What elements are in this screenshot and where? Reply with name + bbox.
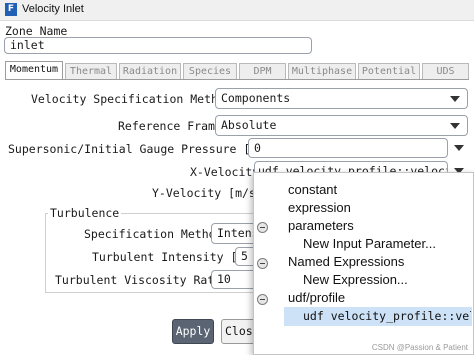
gauge-pressure-label: Supersonic/Initial Gauge Pressure [Pa] [8,142,272,156]
option-new-input-parameter[interactable]: New Input Parameter... [303,236,436,251]
velocity-spec-value: Components [221,91,291,105]
turbulent-viscosity-ratio-label: Turbulent Viscosity Ratio [55,273,229,287]
option-new-expression[interactable]: New Expression... [303,272,408,287]
option-udf-velocity-profile[interactable]: udf velocity_profile::velo [303,309,471,323]
option-expression[interactable]: expression [288,200,351,215]
velocity-spec-label: Velocity Specification Method [31,92,232,106]
tab-radiation[interactable]: Radiation [119,63,181,79]
x-velocity-options-popup: constant expression parameters New Input… [253,172,474,355]
option-named-expressions[interactable]: Named Expressions [288,254,404,269]
option-udf-profile[interactable]: udf/profile [288,290,345,305]
velocity-spec-select[interactable]: Components [215,88,468,109]
y-velocity-label: Y-Velocity [m/s] [152,186,263,200]
collapse-icon[interactable] [257,258,268,269]
tab-multiphase[interactable]: Multiphase [288,63,356,79]
zone-name-input[interactable]: inlet [4,37,312,54]
window-titlebar: F Velocity Inlet [0,0,474,21]
collapse-icon[interactable] [257,294,268,305]
turbulence-spec-method-label: Specification Method [84,227,223,241]
watermark: CSDN @Passion & Patient [371,343,468,352]
tab-uds[interactable]: UDS [422,63,469,79]
gauge-pressure-dropdown-icon[interactable] [454,145,464,151]
tab-divider [5,79,469,80]
turbulent-intensity-label: Turbulent Intensity [%] [92,250,252,264]
tab-potential[interactable]: Potential [358,63,420,79]
chevron-down-icon [450,123,460,129]
tab-momentum[interactable]: Momentum [5,61,63,80]
option-parameters[interactable]: parameters [288,218,354,233]
option-constant[interactable]: constant [288,182,337,197]
tab-thermal[interactable]: Thermal [65,63,117,79]
apply-button[interactable]: Apply [172,319,214,344]
tab-species[interactable]: Species [183,63,237,79]
tab-dpm[interactable]: DPM [239,63,286,79]
reference-frame-value: Absolute [221,118,277,132]
x-velocity-label: X-Velocity [190,165,260,179]
chevron-down-icon [450,96,460,102]
reference-frame-label: Reference Frame [118,119,222,133]
reference-frame-select[interactable]: Absolute [215,115,468,136]
zone-name-label: Zone Name [5,24,68,38]
gauge-pressure-input[interactable]: 0 [248,138,448,158]
turbulence-title: Turbulence [48,206,122,220]
window-title: Velocity Inlet [22,3,84,15]
fluent-app-icon: F [5,3,17,16]
collapse-icon[interactable] [257,222,268,233]
